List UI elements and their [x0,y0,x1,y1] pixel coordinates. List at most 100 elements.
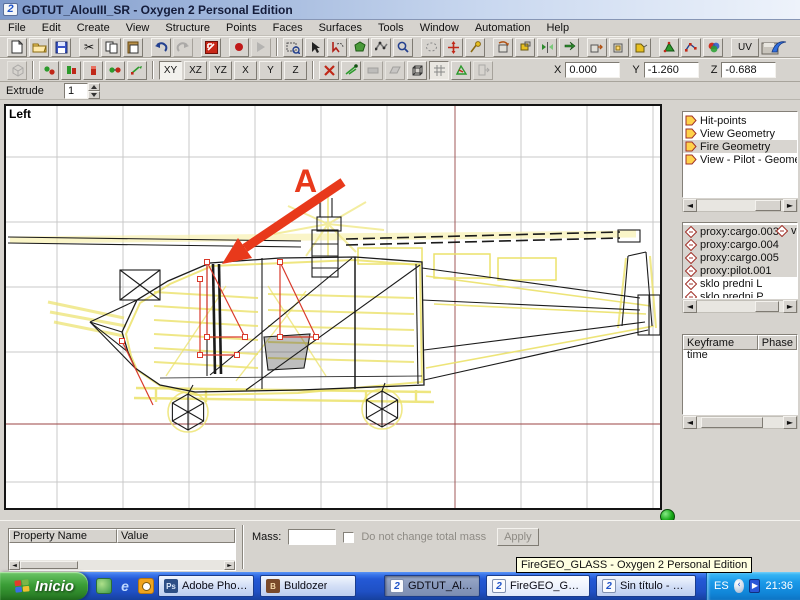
property-table-scrollbar[interactable]: ◄ ► [9,560,235,570]
title-bar[interactable]: 2 GDTUT_AlouIII_SR - Oxygen 2 Personal E… [0,0,800,20]
create-face-button[interactable] [659,38,679,57]
property-table-body[interactable] [9,543,235,560]
locked-tool-button[interactable] [363,61,383,80]
locked-tool-button-2[interactable] [385,61,405,80]
play-button[interactable] [251,38,271,57]
scroll-left-button[interactable]: ◄ [683,300,697,313]
axis-x-button[interactable]: X [234,61,257,80]
new-file-button[interactable] [7,38,27,57]
show-faces-button[interactable] [61,61,81,80]
lod-item-view-pilot-geometry[interactable]: View - Pilot - Geometry [683,153,797,166]
plane-xz-button[interactable]: XZ [184,61,207,80]
circle-select-button[interactable] [421,38,441,57]
language-indicator[interactable]: ES [714,580,729,592]
delete-selection-button[interactable] [319,61,339,80]
lod-item-view-geometry[interactable]: View Geometry [683,127,797,140]
scroll-right-button[interactable]: ► [783,300,797,313]
scroll-thumb[interactable] [20,561,78,569]
wire-box-button[interactable] [407,61,427,80]
paste-button[interactable] [123,38,143,57]
open-file-button[interactable] [29,38,49,57]
zoom-button[interactable] [393,38,413,57]
scroll-left-button[interactable]: ◄ [9,561,20,570]
record-button[interactable] [229,38,249,57]
keyframe-scrollbar[interactable]: ◄ ► [682,416,798,429]
lod-item-fire-geometry[interactable]: Fire Geometry [683,140,797,153]
scroll-right-button[interactable]: ► [783,199,797,212]
mirror-faces-button[interactable] [537,38,557,57]
copy-button[interactable] [101,38,121,57]
menu-tools[interactable]: Tools [370,21,412,35]
quick-launch-browser-icon[interactable]: e [117,578,133,594]
menu-points[interactable]: Points [218,21,265,35]
property-name-column-header[interactable]: Property Name [9,529,117,543]
scale-object-button[interactable] [515,38,535,57]
exit-tool-button[interactable] [473,61,493,80]
show-selection-button[interactable] [83,61,103,80]
menu-create[interactable]: Create [69,21,118,35]
import-button[interactable] [201,38,221,57]
selection-item[interactable]: sklo predni L [683,277,797,290]
extrude-face-button[interactable] [587,38,607,57]
menu-file[interactable]: File [0,21,34,35]
lod-item-hitpoints[interactable]: Hit-points [683,114,797,127]
uv-editor-button[interactable]: UV [731,38,759,57]
extrude-spinner[interactable]: 1 [64,83,100,99]
task-button-buldozer[interactable]: B Buldozer [260,575,356,597]
selection-item[interactable]: sklo predni P [683,290,797,299]
selection-item-overflow[interactable]: vell [776,225,798,237]
spin-down-button[interactable] [88,91,100,99]
coord-x-field[interactable]: 0.000 [565,62,620,78]
hide-icons-button[interactable]: ‹ [734,579,745,593]
menu-edit[interactable]: Edit [34,21,69,35]
undo-button[interactable] [151,38,171,57]
grid-toggle-button[interactable] [429,61,449,80]
bevel-face-button[interactable] [631,38,651,57]
scroll-right-button[interactable]: ► [783,416,797,429]
plane-xy-button[interactable]: XY [159,61,182,80]
coord-y-field[interactable]: -1.260 [644,62,699,78]
scroll-right-button[interactable]: ► [224,561,235,570]
scroll-left-button[interactable]: ◄ [683,416,697,429]
selection-item[interactable]: proxy:cargo.004 [683,238,797,251]
total-mass-checkbox[interactable] [343,532,354,543]
selection-item[interactable]: proxy:cargo.005 [683,251,797,264]
task-button-photoshop[interactable]: Ps Adobe Photoshop [158,575,254,597]
drag-selection-button[interactable] [127,61,147,80]
menu-automation[interactable]: Automation [467,21,539,35]
color-button[interactable] [703,38,723,57]
show-points-button[interactable] [39,61,59,80]
select-fence-button[interactable] [371,38,391,57]
redo-button[interactable] [173,38,193,57]
selection-item[interactable]: proxy:pilot.001 [683,264,797,277]
cut-button[interactable]: ✂ [79,38,99,57]
menu-help[interactable]: Help [538,21,577,35]
selection-list-scrollbar[interactable]: ◄ ► [682,300,798,313]
select-polygon-button[interactable] [349,38,369,57]
scroll-thumb[interactable] [755,301,779,312]
inset-face-button[interactable] [609,38,629,57]
spin-up-button[interactable] [88,83,100,91]
keyframe-time-column-header[interactable]: Keyframe time [683,335,758,350]
scroll-thumb[interactable] [701,417,763,428]
box-view-button[interactable] [7,61,27,80]
mass-field[interactable] [288,529,336,545]
axis-z-button[interactable]: Z [284,61,307,80]
start-button[interactable]: Inicio [0,572,88,600]
apply-button[interactable]: Apply [497,528,539,546]
media-tray-icon[interactable]: ▶ [749,579,760,593]
menu-surfaces[interactable]: Surfaces [311,21,370,35]
lod-list-scrollbar[interactable]: ◄ ► [682,199,798,212]
snap-points-button[interactable] [465,38,485,57]
coord-z-field[interactable]: -0.688 [721,62,776,78]
menu-faces[interactable]: Faces [265,21,311,35]
save-file-button[interactable] [51,38,71,57]
task-button-sin-titulo[interactable]: 2 Sin título - Oxyge... [596,575,696,597]
flip-normals-button[interactable] [559,38,579,57]
scroll-left-button[interactable]: ◄ [683,199,697,212]
menu-view[interactable]: View [118,21,158,35]
value-column-header[interactable]: Value [117,529,235,543]
show-normals-button[interactable] [105,61,125,80]
triangle-points-button[interactable] [451,61,471,80]
fly-mode-button[interactable] [341,61,361,80]
